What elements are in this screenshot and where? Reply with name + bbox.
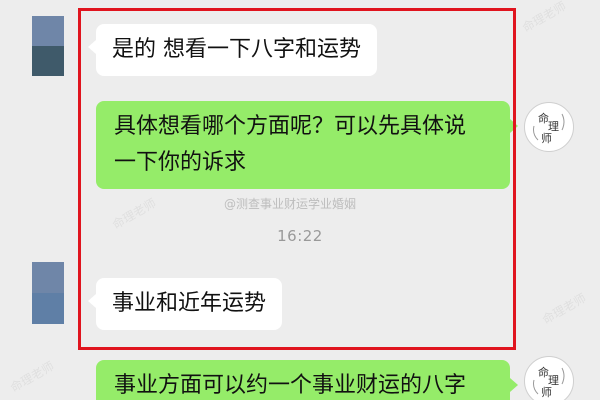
message-text: 事业和近年运势 bbox=[112, 291, 267, 316]
message-text: 是的 想看一下八字和运势 bbox=[112, 37, 361, 62]
own-avatar[interactable]: 命 理 师 bbox=[524, 102, 574, 152]
background-watermark: 命理老师 bbox=[539, 290, 589, 327]
svg-text:师: 师 bbox=[541, 132, 552, 145]
svg-text:师: 师 bbox=[541, 386, 552, 399]
message-text-line: 一下你的诉求 bbox=[114, 150, 247, 175]
message-bubble-incoming: 事业和近年运势 bbox=[87, 278, 283, 330]
background-watermark: 命理老师 bbox=[519, 0, 569, 35]
image-watermark: @测查事业财运学业婚姻 bbox=[224, 197, 357, 211]
message-bubble-outgoing: 具体想看哪个方面呢？可以先具体说 一下你的诉求 bbox=[96, 101, 518, 189]
contact-avatar[interactable] bbox=[32, 16, 64, 76]
message-text: 事业方面可以约一个事业财运的八字 bbox=[114, 373, 467, 398]
message-bubble-incoming: 是的 想看一下八字和运势 bbox=[88, 24, 377, 76]
message-bubble-outgoing: 事业方面可以约一个事业财运的八字 bbox=[96, 360, 518, 400]
mingli-seal-icon: 命 理 师 bbox=[533, 365, 565, 399]
message-text-line: 具体想看哪个方面呢？可以先具体说 bbox=[114, 114, 467, 139]
message-timestamp: 16:22 bbox=[277, 227, 323, 245]
background-watermark: 命理老师 bbox=[7, 358, 57, 395]
contact-avatar[interactable] bbox=[32, 262, 64, 324]
own-avatar[interactable]: 命 理 师 bbox=[524, 356, 574, 400]
mingli-seal-icon: 命 理 师 bbox=[533, 111, 565, 145]
chat-screen: 命理老师 命理老师 命理老师 命理老师 是的 想看一下八字和运势 具体想看哪个方… bbox=[0, 0, 600, 400]
